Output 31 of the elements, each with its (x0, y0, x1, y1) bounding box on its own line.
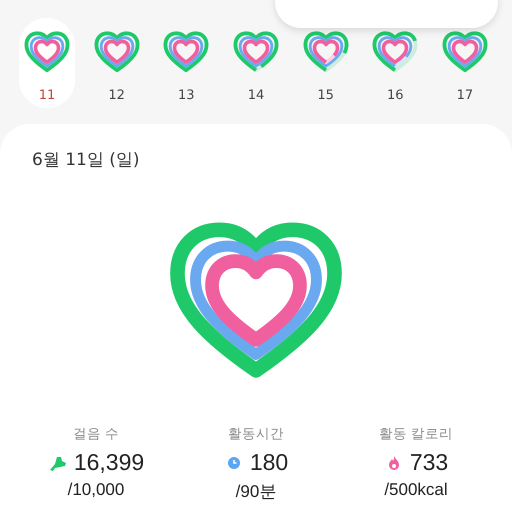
day-item[interactable]: 11 (19, 18, 75, 108)
stat-value: 16,399 (74, 449, 144, 476)
day-item[interactable]: 14 (228, 18, 284, 108)
day-item[interactable]: 17 (436, 18, 493, 108)
day-number: 14 (248, 88, 264, 103)
day-number: 15 (317, 88, 334, 103)
day-item[interactable]: 16 (367, 18, 424, 108)
day-item[interactable]: 15 (298, 18, 354, 108)
heart-rings-icon (232, 30, 280, 74)
stat-label: 활동시간 (228, 425, 284, 443)
heart-rings-icon (162, 30, 210, 74)
day-number: 17 (456, 88, 474, 103)
day-item[interactable]: 13 (158, 18, 214, 108)
stat-goal: /500kcal (384, 480, 448, 500)
day-item[interactable]: 12 (88, 18, 145, 108)
heart-rings-icon (23, 30, 71, 74)
day-number: 13 (178, 88, 195, 103)
stat-value: 180 (250, 449, 288, 476)
heart-rings-icon (92, 30, 141, 74)
stat-goal: /90분 (236, 481, 276, 503)
stat-value: 733 (410, 449, 448, 476)
heart-rings-icon (371, 30, 420, 74)
date-title: 6월 11일 (일) (32, 149, 140, 171)
heart-rings-icon (440, 30, 489, 74)
heart-rings-icon (302, 30, 350, 74)
stat-label: 걸음 수 (72, 425, 120, 443)
stat-goal: /10,000 (68, 480, 124, 500)
day-number: 12 (108, 88, 125, 103)
stat-label: 활동 칼로리 (378, 425, 454, 443)
day-number: 16 (387, 88, 404, 103)
day-number: 11 (38, 88, 56, 103)
